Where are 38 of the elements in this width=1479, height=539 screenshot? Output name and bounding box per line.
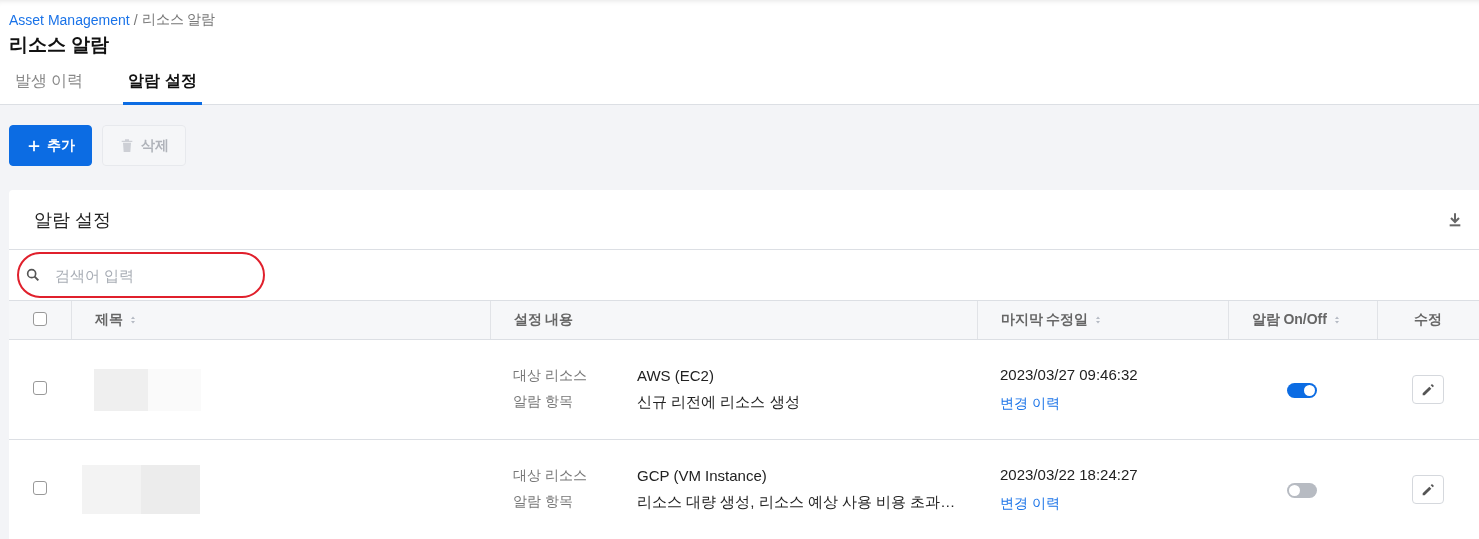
column-header: 설정 내용	[513, 311, 574, 329]
edit-button[interactable]	[1412, 375, 1444, 404]
card-title: 알람 설정	[34, 208, 111, 232]
tab[interactable]: 알람 설정	[123, 66, 202, 105]
toggle-switch[interactable]	[1287, 483, 1317, 499]
checkbox[interactable]	[33, 381, 47, 395]
modified-date: 2023/03/22 18:24:27	[1000, 466, 1139, 483]
setting-label: 알람 항목	[513, 493, 574, 511]
setting-value: AWS (EC2)	[637, 367, 715, 385]
column-header[interactable]: 마지막 수정일	[1000, 311, 1105, 329]
search-icon	[25, 267, 41, 283]
breadcrumb-link[interactable]: Asset Management	[9, 12, 130, 28]
setting-value: GCP (VM Instance)	[637, 467, 768, 485]
add-button[interactable]: 추가	[9, 125, 92, 166]
checkbox[interactable]	[33, 481, 47, 495]
setting-label: 대상 리소스	[513, 367, 588, 385]
breadcrumb-current: 리소스 알람	[141, 11, 216, 29]
column-header[interactable]: 제목	[94, 311, 139, 329]
pencil-icon	[1420, 381, 1436, 398]
pencil-icon	[1420, 481, 1436, 498]
page-title: 리소스 알람	[9, 33, 111, 57]
download-icon[interactable]	[1447, 211, 1463, 228]
breadcrumb-separator: /	[133, 12, 138, 28]
setting-label: 알람 항목	[513, 393, 574, 411]
edit-button[interactable]	[1412, 475, 1444, 504]
tab[interactable]: 발생 이력	[9, 66, 84, 105]
setting-label: 대상 리소스	[513, 467, 588, 485]
trash-icon	[119, 137, 135, 154]
setting-value: 신규 리전에 리소스 생성	[637, 393, 801, 412]
history-link[interactable]: 변경 이력	[1000, 395, 1060, 413]
toggle-switch[interactable]	[1287, 383, 1317, 399]
history-link[interactable]: 변경 이력	[1000, 495, 1060, 513]
modified-date: 2023/03/27 09:46:32	[1000, 366, 1139, 383]
search-field[interactable]: 검색어 입력	[53, 265, 237, 285]
setting-value: 리소스 대량 생성, 리소스 예상 사용 비용 초과…	[637, 493, 957, 512]
column-header: 수정	[1414, 311, 1443, 329]
checkbox[interactable]	[32, 311, 47, 326]
plus-icon	[26, 138, 41, 153]
